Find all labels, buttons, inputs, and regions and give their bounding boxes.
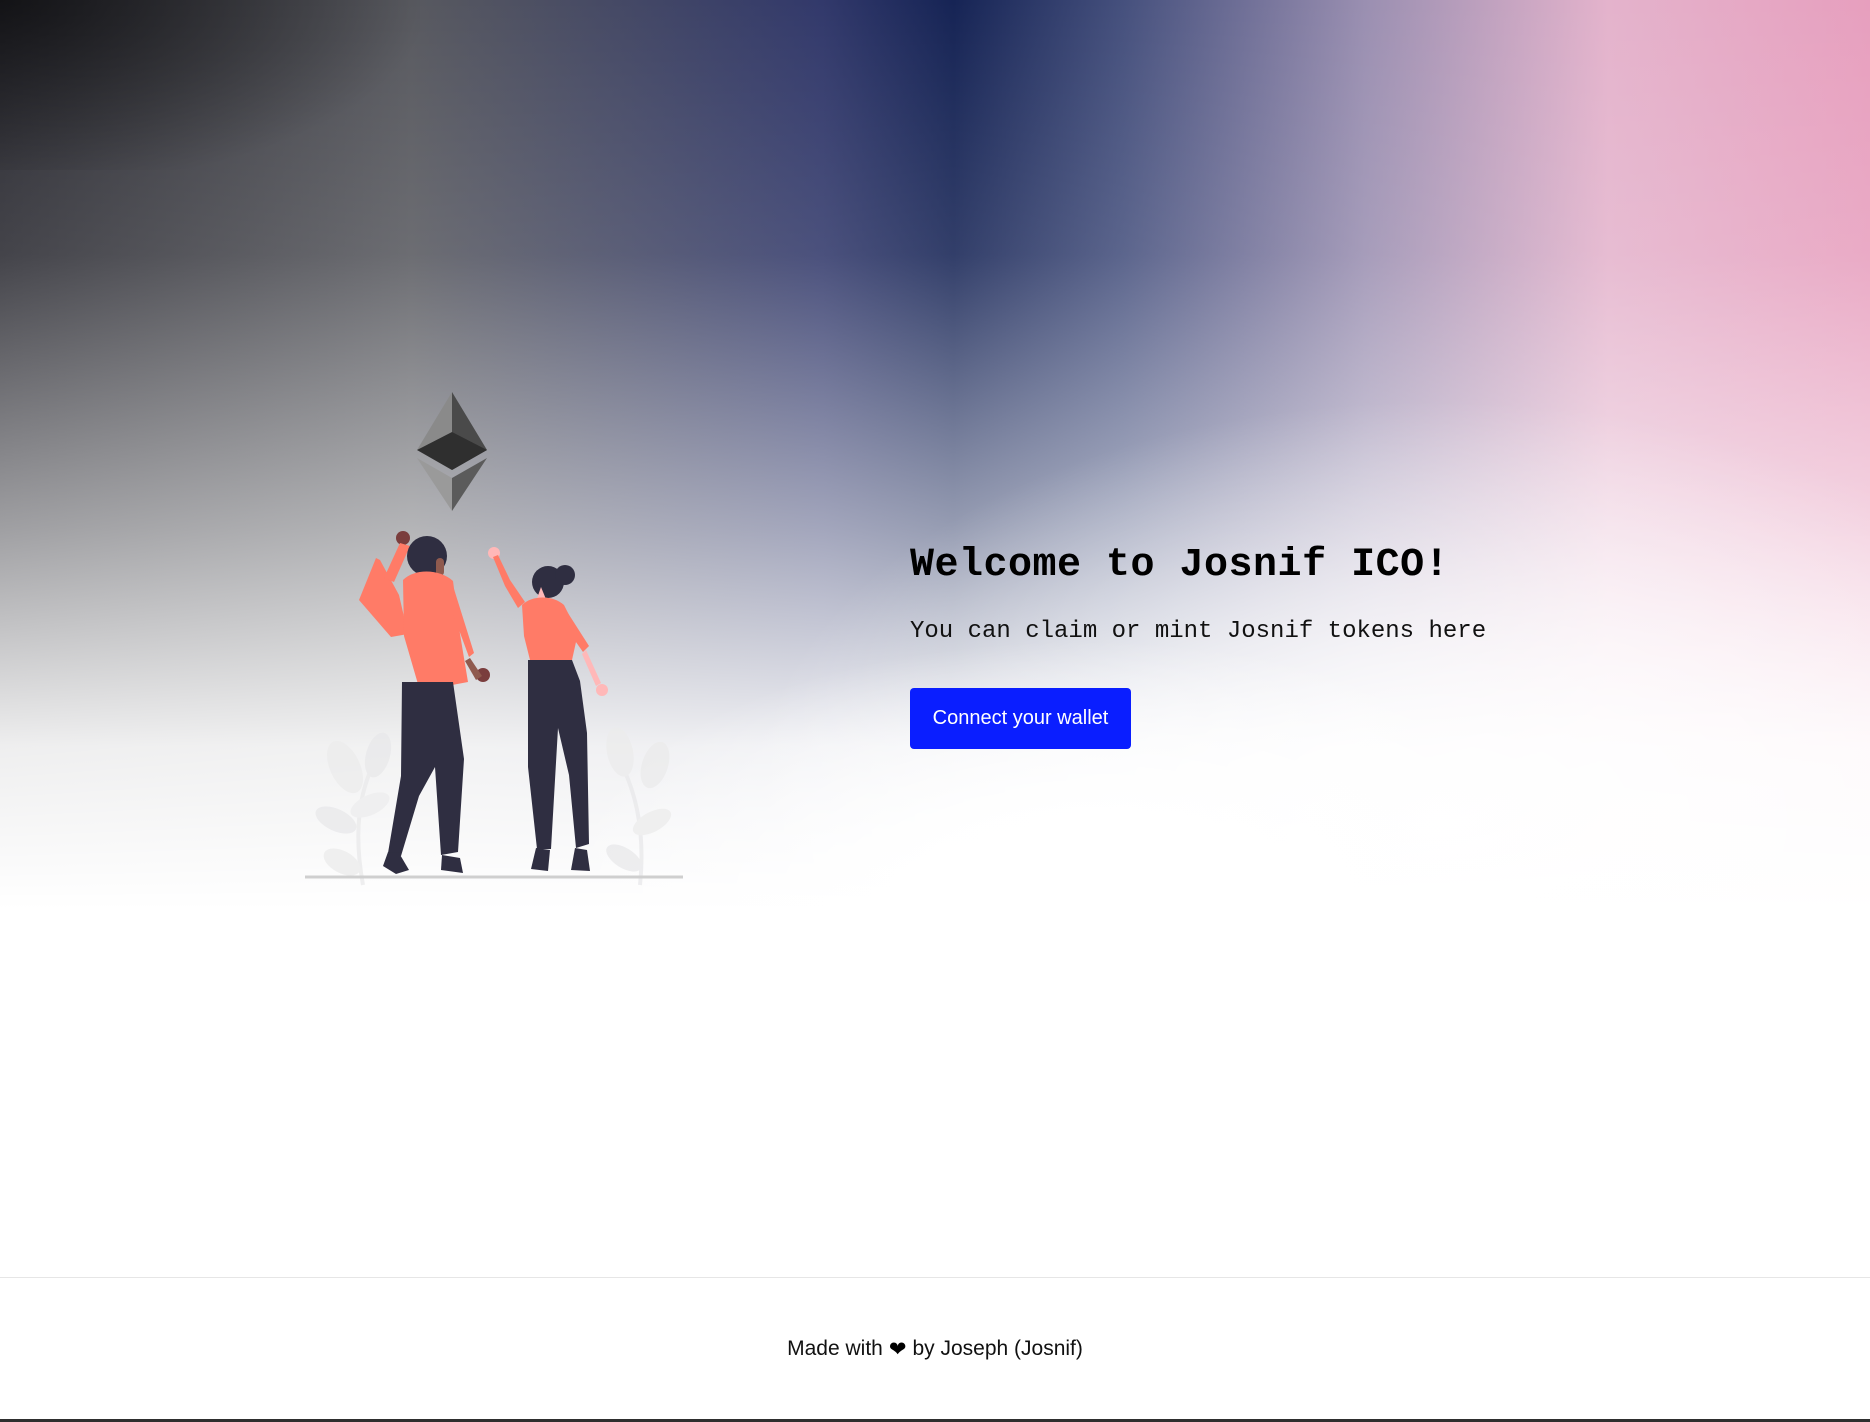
hero-content: Welcome to Josnif ICO! You can claim or … xyxy=(910,545,1630,749)
plant-left-icon xyxy=(315,732,392,886)
man-figure-icon xyxy=(359,531,490,874)
ethereum-logo-icon xyxy=(417,392,487,511)
hero-illustration xyxy=(305,392,683,886)
footer-suffix: by Joseph (Josnif) xyxy=(912,1337,1083,1360)
footer-prefix: Made with xyxy=(787,1337,883,1360)
connect-wallet-button[interactable]: Connect your wallet xyxy=(910,688,1131,749)
footer: Made with ❤ by Joseph (Josnif) xyxy=(0,1277,1870,1420)
page-subtitle: You can claim or mint Josnif tokens here xyxy=(910,618,1487,645)
heart-icon: ❤ xyxy=(888,1337,907,1361)
plant-right-icon xyxy=(606,727,672,886)
hero-corner-shadow xyxy=(0,0,420,170)
woman-figure-icon xyxy=(488,547,608,871)
page-title: Welcome to Josnif ICO! xyxy=(910,543,1450,588)
hero-section: Welcome to Josnif ICO! You can claim or … xyxy=(0,0,1870,910)
